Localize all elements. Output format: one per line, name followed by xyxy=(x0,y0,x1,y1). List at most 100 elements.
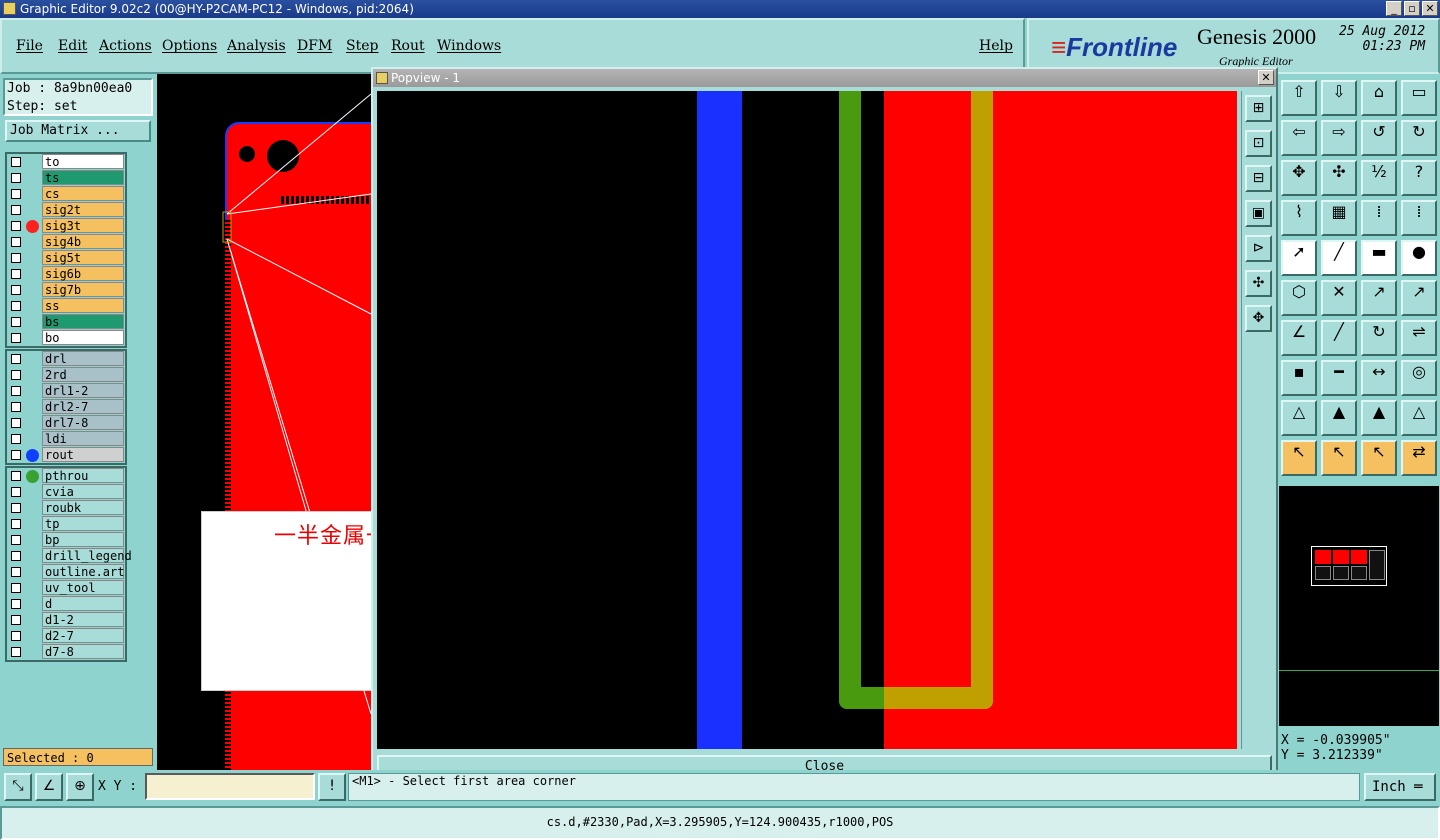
layer-row-sig3t[interactable]: sig3t xyxy=(7,218,125,234)
layer-row-bs[interactable]: bs xyxy=(7,314,125,330)
layer-name[interactable]: roubk xyxy=(42,500,124,515)
layer-checkbox[interactable] xyxy=(11,418,21,428)
layer-row-bo[interactable]: bo xyxy=(7,330,125,346)
layer-checkbox[interactable] xyxy=(11,535,21,545)
layer-name[interactable]: bo xyxy=(42,330,124,345)
menu-rout[interactable]: Rout xyxy=(391,38,425,54)
layer-row-d1-2[interactable]: d1-2 xyxy=(7,612,125,628)
layer-checkbox[interactable] xyxy=(11,647,21,657)
layer-name[interactable]: sig5t xyxy=(42,250,124,265)
minimize-button[interactable]: _ xyxy=(1386,1,1402,16)
layer-name[interactable]: d xyxy=(42,596,124,611)
menu-dfm[interactable]: DFM xyxy=(297,38,332,54)
layer-name[interactable]: drl1-2 xyxy=(42,383,124,398)
layer-checkbox[interactable] xyxy=(11,189,21,199)
layer-name[interactable]: drl xyxy=(42,351,124,366)
menu-windows[interactable]: Windows xyxy=(437,38,501,54)
delete-icon[interactable]: ✕ xyxy=(1321,280,1357,316)
layer-checkbox[interactable] xyxy=(11,301,21,311)
triangle2-icon[interactable]: ▲ xyxy=(1321,400,1357,436)
layer-checkbox[interactable] xyxy=(11,631,21,641)
layer-name[interactable]: to xyxy=(42,154,124,169)
job-matrix-button[interactable]: Job Matrix ... xyxy=(5,120,151,142)
layer-row-sig2t[interactable]: sig2t xyxy=(7,202,125,218)
net-icon[interactable]: ⇄ xyxy=(1401,440,1437,476)
rotate-icon[interactable]: ↻ xyxy=(1361,320,1397,356)
open-icon[interactable]: ⇧ xyxy=(1281,80,1317,116)
group-icon[interactable]: ◎ xyxy=(1401,360,1437,396)
layer-row-roubk[interactable]: roubk xyxy=(7,500,125,516)
layer-row-drl7-8[interactable]: drl7-8 xyxy=(7,415,125,431)
alert-icon[interactable]: ! xyxy=(318,773,346,801)
menu-step[interactable]: Step xyxy=(346,38,378,54)
layer-name[interactable]: ldi xyxy=(42,431,124,446)
layer-row-ss[interactable]: ss xyxy=(7,298,125,314)
layer-name[interactable]: cvia xyxy=(42,484,124,499)
layer-name[interactable]: bp xyxy=(42,532,124,547)
move-pad-icon[interactable]: ↗ xyxy=(1361,280,1397,316)
grid-snap-icon[interactable]: ⊕ xyxy=(66,773,94,801)
layer-row-drl[interactable]: drl xyxy=(7,351,125,367)
layer-name[interactable]: pthrou xyxy=(42,468,124,483)
layer-checkbox[interactable] xyxy=(11,269,21,279)
layer-checkbox[interactable] xyxy=(11,205,21,215)
layer-checkbox[interactable] xyxy=(11,402,21,412)
triangle4-icon[interactable]: △ xyxy=(1401,400,1437,436)
layer-checkbox[interactable] xyxy=(11,370,21,380)
undo-icon[interactable]: ↺ xyxy=(1361,120,1397,156)
menu-file[interactable]: File xyxy=(16,38,43,54)
layer-checkbox[interactable] xyxy=(11,583,21,593)
layer-name[interactable]: tp xyxy=(42,516,124,531)
layer-checkbox[interactable] xyxy=(11,221,21,231)
close-window-button[interactable]: ✕ xyxy=(1422,1,1438,16)
layer-checkbox[interactable] xyxy=(11,434,21,444)
layer-row-sig6b[interactable]: sig6b xyxy=(7,266,125,282)
layer-checkbox[interactable] xyxy=(11,615,21,625)
layer-name[interactable]: bs xyxy=(42,314,124,329)
layer-checkbox[interactable] xyxy=(11,354,21,364)
snap-icon[interactable]: ⤡ xyxy=(4,773,32,801)
layer-checkbox[interactable] xyxy=(11,253,21,263)
save-icon[interactable]: ⇩ xyxy=(1321,80,1357,116)
layer-checkbox[interactable] xyxy=(11,567,21,577)
layer-name[interactable]: drl2-7 xyxy=(42,399,124,414)
grid-icon[interactable]: ▦ xyxy=(1321,200,1357,236)
select2-icon[interactable]: ↖ xyxy=(1361,440,1397,476)
layer-row-cs[interactable]: cs xyxy=(7,186,125,202)
layer-row-d[interactable]: d xyxy=(7,596,125,612)
layer-checkbox[interactable] xyxy=(11,450,21,460)
mirror-icon[interactable]: ⇌ xyxy=(1401,320,1437,356)
center-icon[interactable]: ✣ xyxy=(1321,160,1357,196)
layer-row-drill_legend[interactable]: drill_legend xyxy=(7,548,132,564)
layer-name[interactable]: drl7-8 xyxy=(42,415,124,430)
layer-row-d7-8[interactable]: d7-8 xyxy=(7,644,125,660)
line-split-icon[interactable]: ━ xyxy=(1321,360,1357,396)
pad-select-icon[interactable]: ▪ xyxy=(1281,360,1317,396)
xy-input[interactable] xyxy=(145,773,315,800)
layers-icon[interactable]: ⁞ xyxy=(1361,200,1397,236)
layer-name[interactable]: ss xyxy=(42,298,124,313)
pan-icon[interactable]: ⊳ xyxy=(1245,235,1272,262)
help-icon[interactable]: ? xyxy=(1401,160,1437,196)
select-box-icon[interactable]: ↖ xyxy=(1321,440,1357,476)
layer-name[interactable]: drill_legend xyxy=(42,548,132,563)
layer-checkbox[interactable] xyxy=(11,237,21,247)
ruler-icon[interactable]: ▬ xyxy=(1361,240,1397,276)
layer-name[interactable]: ts xyxy=(42,170,124,185)
layer-name[interactable]: outline.art xyxy=(42,564,124,579)
layer-row-2rd[interactable]: 2rd xyxy=(7,367,125,383)
units-select[interactable]: Inch ═ xyxy=(1364,773,1436,801)
layer-name[interactable]: 2rd xyxy=(42,367,124,382)
menu-actions[interactable]: Actions xyxy=(99,38,152,54)
zoom-home-icon[interactable]: ⊞ xyxy=(1245,95,1272,122)
layer-name[interactable]: uv_tool xyxy=(42,580,124,595)
layer-name[interactable]: d7-8 xyxy=(42,644,124,659)
redo-icon[interactable]: ↻ xyxy=(1401,120,1437,156)
layer-row-d2-7[interactable]: d2-7 xyxy=(7,628,125,644)
measure-icon[interactable]: ⌇ xyxy=(1281,200,1317,236)
layer-name[interactable]: sig3t xyxy=(42,218,124,233)
layers2-icon[interactable]: ⁞ xyxy=(1401,200,1437,236)
layer-row-sig7b[interactable]: sig7b xyxy=(7,282,125,298)
menu-help[interactable]: Help xyxy=(979,38,1013,54)
scale-icon[interactable]: ½ xyxy=(1361,160,1397,196)
